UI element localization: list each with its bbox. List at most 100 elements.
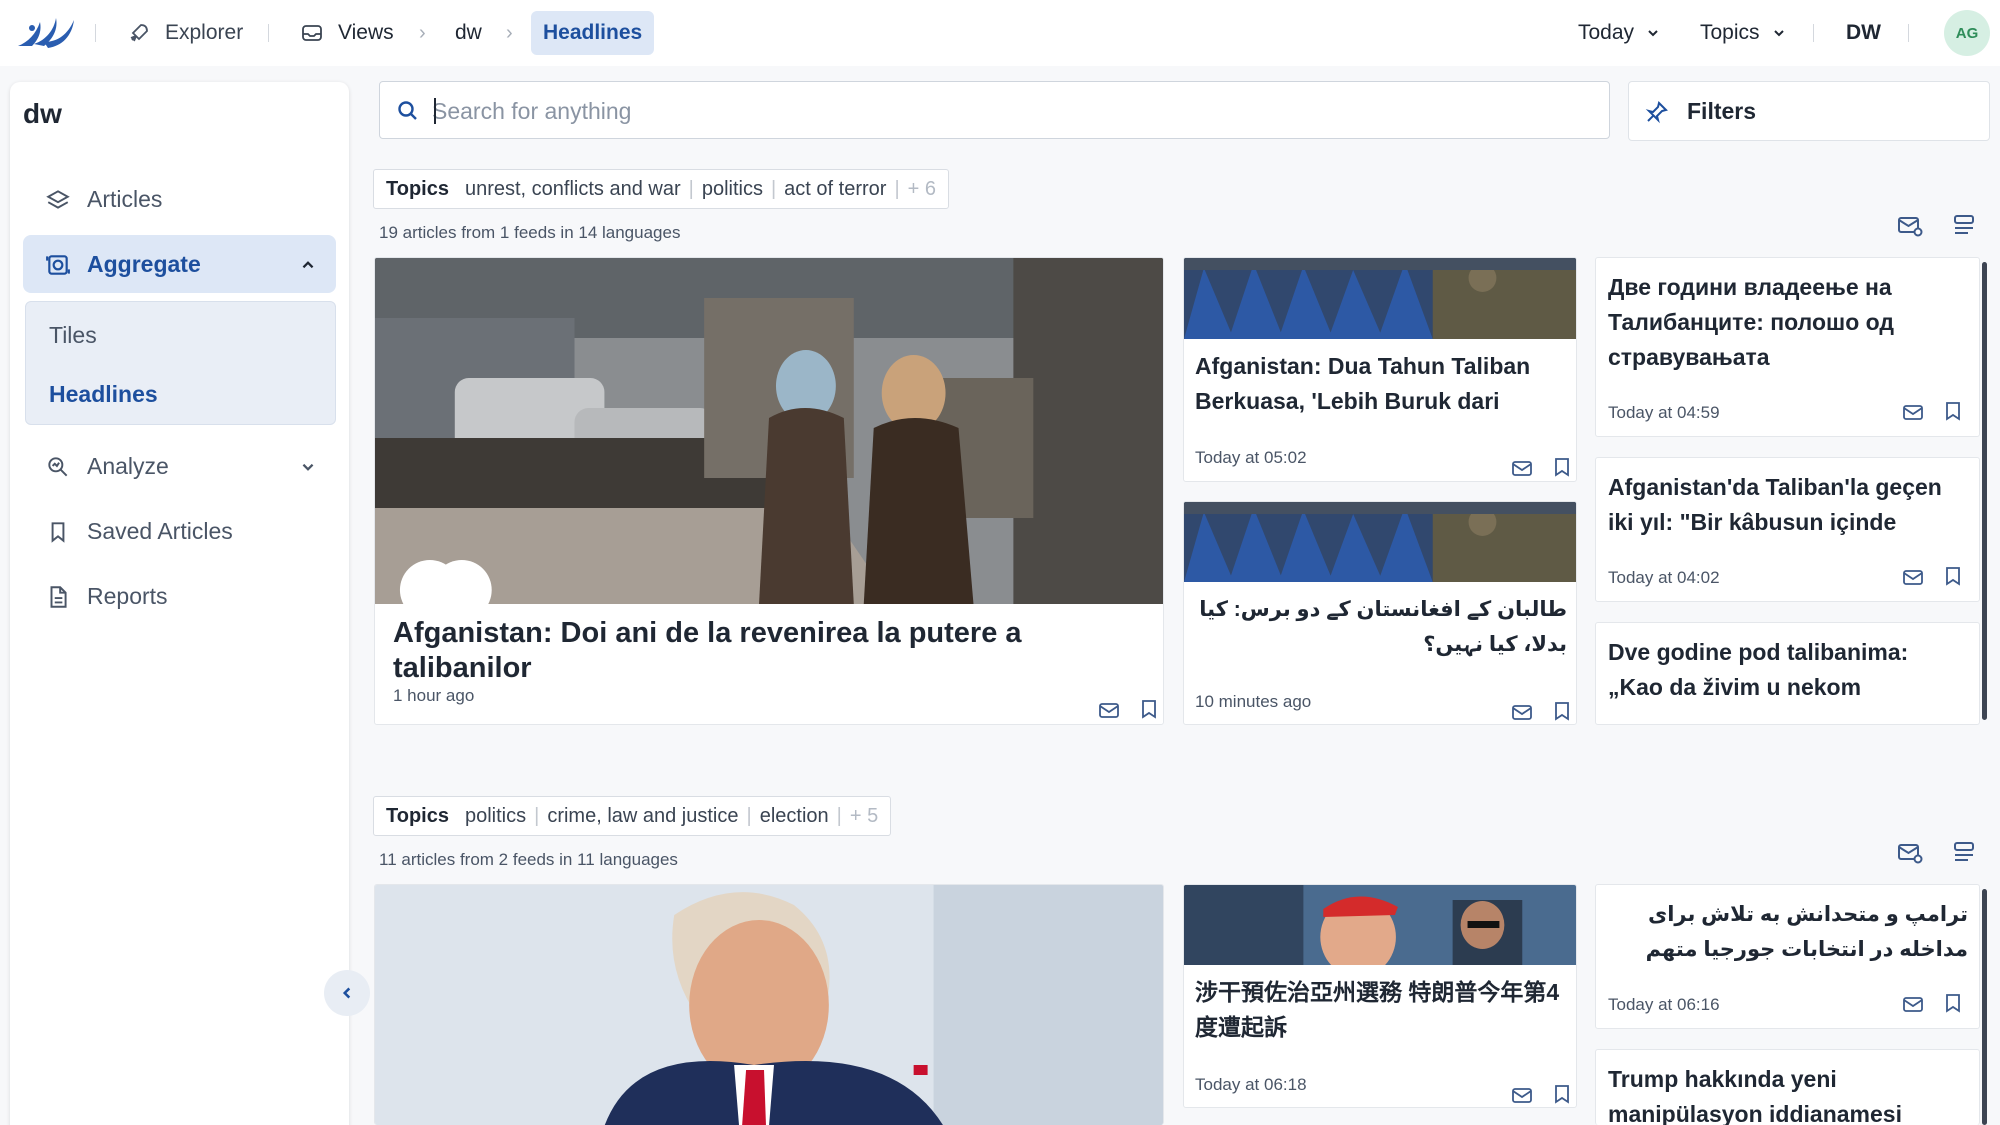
topic-chip[interactable]: unrest, conflicts and war xyxy=(465,178,681,201)
topic-chip[interactable]: politics xyxy=(702,178,763,201)
article-card[interactable]: Trump hakkında yeni manipülasyon iddiana… xyxy=(1595,1049,1980,1125)
analyze-icon xyxy=(45,454,71,480)
bookmark-icon[interactable] xyxy=(1551,700,1573,722)
workspace-code[interactable]: DW xyxy=(1846,0,1881,66)
article-title[interactable]: Afganistan: Doi ani de la revenirea la p… xyxy=(393,616,1153,686)
topic-chip[interactable]: election xyxy=(760,805,829,828)
divider: | xyxy=(688,177,694,200)
scrollbar[interactable] xyxy=(1982,889,1987,1125)
bookmark-icon[interactable] xyxy=(1942,992,1964,1014)
bookmark-icon[interactable] xyxy=(1138,698,1160,720)
sidebar-item-reports[interactable]: Reports xyxy=(23,567,336,625)
article-card[interactable]: 涉干預佐治亞州選務 特朗普今年第4度遭起訴 Today at 06:18 xyxy=(1183,884,1577,1108)
article-card[interactable]: Afganistan'da Taliban'la geçen iki yıl: … xyxy=(1595,457,1980,602)
article-title[interactable]: Две години владеење на Талибанците: поло… xyxy=(1608,270,1968,376)
chevron-down-icon xyxy=(300,459,316,475)
article-title[interactable]: ترامپ و متحدانش به تلاش برای مداخله در ا… xyxy=(1608,897,1968,969)
divider xyxy=(268,24,269,42)
article-image xyxy=(1184,502,1576,582)
mail-settings-icon[interactable] xyxy=(1896,838,1924,866)
layers-icon xyxy=(45,187,71,213)
chevron-down-icon xyxy=(1772,26,1786,40)
mail-icon[interactable] xyxy=(1511,701,1533,723)
explorer-link[interactable]: Explorer xyxy=(127,0,243,66)
article-title[interactable]: طالبان کے افغانستان کے دو برس: کیا بدلا،… xyxy=(1195,592,1567,662)
more-topics[interactable]: + 6 xyxy=(908,178,936,201)
today-dropdown[interactable]: Today xyxy=(1578,0,1660,66)
topics-heading: Topics xyxy=(386,804,449,827)
list-view-icon[interactable] xyxy=(1950,838,1978,866)
article-card[interactable]: Две години владеење на Талибанците: поло… xyxy=(1595,257,1980,437)
aggregate-icon xyxy=(45,252,71,278)
bookmark-icon[interactable] xyxy=(1942,400,1964,422)
sidebar-item-label: Analyze xyxy=(87,452,169,479)
submenu-item-tiles[interactable]: Tiles xyxy=(49,322,97,349)
inbox-icon xyxy=(300,21,324,45)
divider xyxy=(95,24,96,42)
article-card-featured[interactable] xyxy=(374,884,1164,1125)
topic-chip[interactable]: politics xyxy=(465,805,526,828)
mail-settings-icon[interactable] xyxy=(1896,211,1924,239)
topics-dropdown[interactable]: Topics xyxy=(1700,0,1786,66)
more-topics[interactable]: + 5 xyxy=(850,805,878,828)
mail-icon[interactable] xyxy=(1902,566,1924,588)
search-bar[interactable] xyxy=(379,81,1610,139)
bookmark-icon[interactable] xyxy=(1942,565,1964,587)
mail-icon[interactable] xyxy=(1098,699,1120,721)
topics-bar[interactable]: Topics unrest, conflicts and war | politi… xyxy=(373,169,949,209)
explorer-label: Explorer xyxy=(165,21,244,44)
scrollbar[interactable] xyxy=(1982,262,1987,720)
article-title[interactable]: Trump hakkında yeni manipülasyon iddiana… xyxy=(1608,1062,1968,1125)
views-link[interactable]: Views xyxy=(300,0,394,66)
sidebar-title: dw xyxy=(23,98,62,129)
bookmark-icon[interactable] xyxy=(1551,1083,1573,1105)
article-card[interactable]: طالبان کے افغانستان کے دو برس: کیا بدلا،… xyxy=(1183,501,1577,725)
sidebar-item-articles[interactable]: Articles xyxy=(23,170,336,228)
article-time: Today at 04:59 xyxy=(1608,403,1720,422)
chevron-right-icon: › xyxy=(506,22,513,44)
chevron-left-icon xyxy=(342,987,351,999)
article-title[interactable]: Afganistan'da Taliban'la geçen iki yıl: … xyxy=(1608,470,1968,542)
submenu-item-headlines[interactable]: Headlines xyxy=(49,381,158,408)
article-card-featured[interactable]: Afganistan: Doi ani de la revenirea la p… xyxy=(374,257,1164,725)
divider: | xyxy=(534,804,540,827)
sidebar-item-analyze[interactable]: Analyze xyxy=(23,437,336,495)
logo-icon[interactable] xyxy=(14,12,76,52)
avatar[interactable]: AG xyxy=(1944,10,1990,56)
chevron-down-icon xyxy=(1646,26,1660,40)
article-title[interactable]: 涉干預佐治亞州選務 特朗普今年第4度遭起訴 xyxy=(1195,975,1569,1045)
today-label: Today xyxy=(1578,21,1635,44)
divider: | xyxy=(746,804,752,827)
mail-icon[interactable] xyxy=(1902,993,1924,1015)
mail-icon[interactable] xyxy=(1902,401,1924,423)
sidebar-item-label: Reports xyxy=(87,582,168,609)
chevron-right-icon: › xyxy=(419,22,426,44)
topic-chip[interactable]: crime, law and justice xyxy=(547,805,738,828)
search-input[interactable] xyxy=(432,92,1582,130)
bookmark-icon[interactable] xyxy=(1551,456,1573,478)
breadcrumb-dw[interactable]: dw xyxy=(455,0,482,66)
mail-icon[interactable] xyxy=(1511,457,1533,479)
list-view-icon[interactable] xyxy=(1950,211,1978,239)
article-time: Today at 04:02 xyxy=(1608,568,1720,587)
article-card[interactable]: ترامپ و متحدانش به تلاش برای مداخله در ا… xyxy=(1595,884,1980,1029)
sidebar-item-saved-articles[interactable]: Saved Articles xyxy=(23,502,336,560)
article-time: 1 hour ago xyxy=(393,686,475,705)
topic-chip[interactable]: act of terror xyxy=(784,178,886,201)
mail-icon[interactable] xyxy=(1511,1084,1533,1106)
divider: | xyxy=(894,177,900,200)
sidebar-item-label: Saved Articles xyxy=(87,517,233,544)
article-time: Today at 06:16 xyxy=(1608,995,1720,1014)
article-card[interactable]: Afganistan: Dua Tahun Taliban Berkuasa, … xyxy=(1183,257,1577,482)
article-title[interactable]: Afganistan: Dua Tahun Taliban Berkuasa, … xyxy=(1195,349,1569,419)
filters-button[interactable]: Filters xyxy=(1628,81,1990,141)
article-time: Today at 05:02 xyxy=(1195,448,1307,467)
breadcrumb-headlines[interactable]: Headlines xyxy=(531,11,655,55)
collapse-sidebar-button[interactable] xyxy=(324,970,370,1016)
divider xyxy=(1813,24,1814,42)
sidebar-item-aggregate[interactable]: Aggregate xyxy=(23,235,336,293)
article-card[interactable]: Dve godine pod talibanima: „Kao da živim… xyxy=(1595,622,1980,725)
article-image xyxy=(375,885,1163,1125)
topics-bar[interactable]: Topics politics | crime, law and justice |… xyxy=(373,796,892,836)
article-title[interactable]: Dve godine pod talibanima: „Kao da živim… xyxy=(1608,635,1968,707)
